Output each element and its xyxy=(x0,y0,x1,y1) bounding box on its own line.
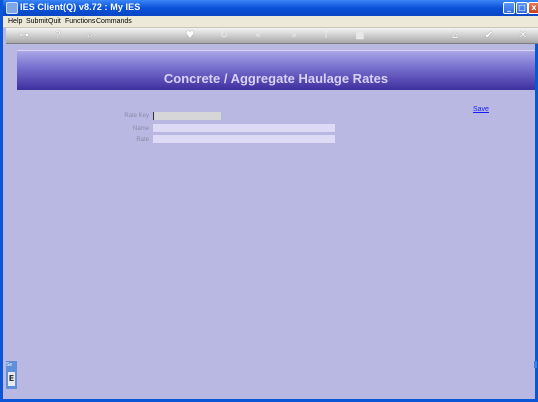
name-label: Name xyxy=(132,126,149,132)
scroll-marker[interactable] xyxy=(534,361,537,368)
side-tab-label: Se xyxy=(6,362,13,368)
close-window-button[interactable]: x xyxy=(528,2,538,14)
text-icon[interactable]: T xyxy=(320,29,332,42)
app-window: IES Client(Q) v8.72 : My IES _ □ x Help … xyxy=(0,0,538,402)
name-input[interactable] xyxy=(153,124,335,132)
search-icon[interactable]: ⌕ xyxy=(84,29,96,42)
help-icon[interactable]: ? xyxy=(52,29,64,42)
rate-key-label: Rate Key xyxy=(124,113,149,119)
app-icon xyxy=(6,2,18,14)
close-icon[interactable]: ✕ xyxy=(517,29,529,42)
rewind-icon[interactable]: « xyxy=(252,29,264,42)
heart-icon[interactable]: ♥ xyxy=(184,29,196,42)
menu-submit[interactable]: Submit xyxy=(26,16,48,27)
home-icon[interactable]: ⌂ xyxy=(449,29,461,42)
rate-label: Rate xyxy=(136,137,149,143)
rate-key-input[interactable] xyxy=(153,112,221,120)
forward-icon[interactable]: » xyxy=(288,29,300,42)
menu-quit[interactable]: Quit xyxy=(48,16,61,27)
minimize-button[interactable]: _ xyxy=(503,2,515,14)
save-button[interactable]: Save xyxy=(473,106,489,113)
check-icon[interactable]: ✔ xyxy=(483,29,495,42)
toolbar: ⊶ ? ⌕ ♥ ↻ « » T ■ ⌂ ✔ ✕ xyxy=(6,28,538,44)
window-title: IES Client(Q) v8.72 : My IES xyxy=(20,2,141,12)
key-icon[interactable]: ⊶ xyxy=(14,29,34,42)
rate-input[interactable] xyxy=(153,135,335,143)
side-tab[interactable]: Se E xyxy=(6,361,17,389)
menu-bar: Help Submit Quit Functions Commands xyxy=(3,16,538,28)
refresh-icon[interactable]: ↻ xyxy=(218,29,230,42)
maximize-button[interactable]: □ xyxy=(516,2,528,14)
stop-icon[interactable]: ■ xyxy=(354,29,366,42)
menu-commands[interactable]: Commands xyxy=(96,16,132,27)
title-bar[interactable]: IES Client(Q) v8.72 : My IES _ □ x xyxy=(3,0,538,16)
menu-functions[interactable]: Functions xyxy=(65,16,95,27)
page-header-banner: Concrete / Aggregate Haulage Rates xyxy=(17,50,535,90)
menu-help[interactable]: Help xyxy=(8,16,22,27)
page-title: Concrete / Aggregate Haulage Rates xyxy=(163,71,389,86)
side-tab-icon: E xyxy=(8,372,15,386)
